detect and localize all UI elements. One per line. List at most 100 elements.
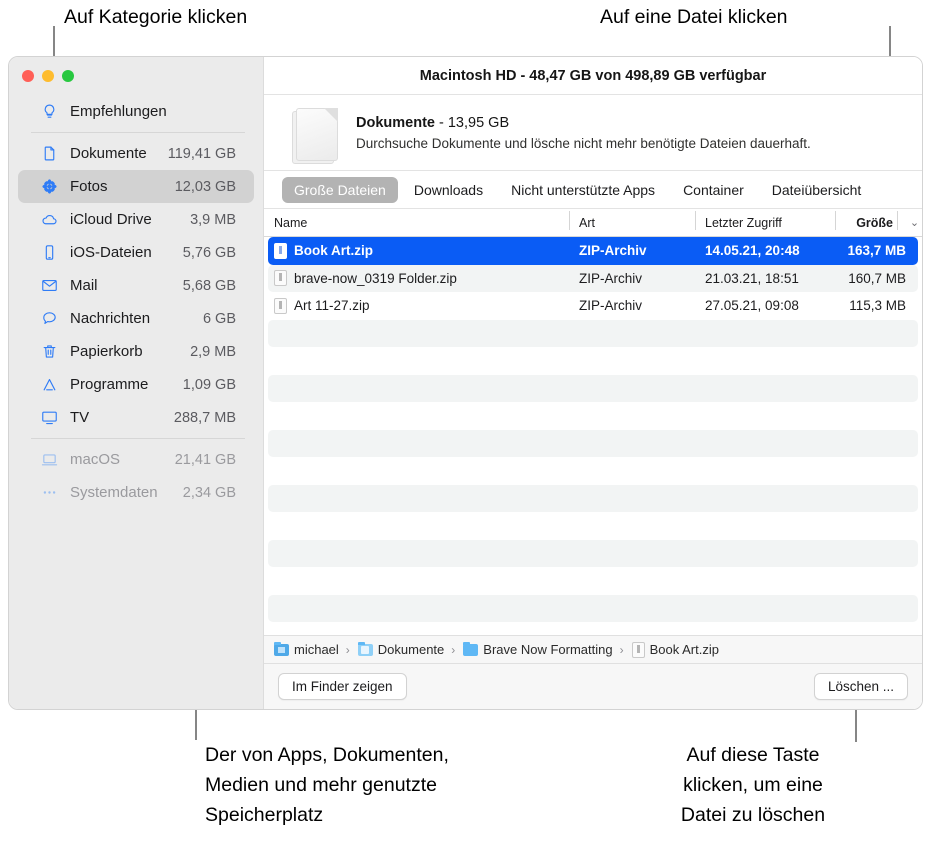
documents-icon <box>292 104 340 164</box>
sidebar-item-systemdaten[interactable]: Systemdaten 2,34 GB <box>18 476 254 509</box>
empty-table-row <box>268 567 918 595</box>
annotation-bottom-right: Auf diese Taste klicken, um eine Datei z… <box>680 744 826 826</box>
empty-table-row <box>268 374 918 402</box>
table-row[interactable]: Art 11-27.zip ZIP-Archiv 27.05.21, 09:08 11… <box>268 292 918 320</box>
column-header-name[interactable]: Name <box>264 216 569 230</box>
file-list[interactable]: Book Art.zip ZIP-Archiv 14.05.21, 20:48 163… <box>264 237 922 635</box>
cell-art: ZIP-Archiv <box>579 298 643 314</box>
sidebar-item-fotos[interactable]: Fotos 12,03 GB <box>18 170 254 203</box>
empty-table-row <box>268 429 918 457</box>
table-row[interactable]: Book Art.zip ZIP-Archiv 14.05.21, 20:48 163… <box>268 237 918 265</box>
document-icon <box>38 145 60 162</box>
maximize-button[interactable] <box>62 70 74 82</box>
category-header: Dokumente - 13,95 GB Durchsuche Dokument… <box>264 95 922 171</box>
sidebar-item-label: Systemdaten <box>70 484 158 501</box>
category-size: - 13,95 GB <box>434 114 510 131</box>
empty-table-row <box>268 484 918 512</box>
category-title: Dokumente - 13,95 GB <box>356 115 811 131</box>
sidebar-item-label: TV <box>70 409 90 426</box>
cell-name: Book Art.zip <box>268 242 573 259</box>
footer-bar: Im Finder zeigen Löschen ... <box>264 663 922 709</box>
breadcrumb-label: Book Art.zip <box>649 642 719 657</box>
tab-downloads[interactable]: Downloads <box>402 177 495 203</box>
tab-container[interactable]: Container <box>671 177 756 203</box>
sidebar-item-label: Programme <box>70 376 149 393</box>
sidebar-item-nachrichten[interactable]: Nachrichten 6 GB <box>18 302 254 335</box>
breadcrumb-item[interactable]: michael › <box>274 641 352 657</box>
breadcrumb-separator-icon: › <box>619 642 624 657</box>
trash-icon <box>38 343 60 360</box>
breadcrumb-label: Dokumente <box>377 642 445 657</box>
cell-name: Art 11-27.zip <box>268 297 573 314</box>
sidebar-item-size: 12,03 GB <box>174 178 236 195</box>
table-row[interactable]: brave-now_0319 Folder.zip ZIP-Archiv 21.03… <box>268 264 918 292</box>
breadcrumb: michael › Dokumente › Brave Now Formatting › B… <box>264 635 922 663</box>
sidebar-item-size: 288,7 MB <box>173 409 236 426</box>
folder-icon <box>463 641 479 656</box>
storage-management-window: Empfehlungen Dokumente 119,41 GB Fotos 12,03… <box>8 56 923 710</box>
cell-date: 21.03.21, 18:51 <box>705 270 799 286</box>
file-name-text: Book Art.zip <box>294 243 373 259</box>
sidebar-item-label: Mail <box>70 277 98 294</box>
sidebar-item-dokumente[interactable]: Dokumente 119,41 GB <box>18 137 254 170</box>
photos-icon <box>38 178 60 195</box>
sidebar-item-mail[interactable]: Mail 5,68 GB <box>18 269 254 302</box>
breadcrumb-separator-icon: › <box>345 642 350 657</box>
breadcrumb-label: michael <box>294 642 339 657</box>
sidebar-item-macos[interactable]: macOS 21,41 GB <box>18 443 254 476</box>
sidebar-item-size: 21,41 GB <box>174 451 236 468</box>
sidebar-item-tv[interactable]: TV 288,7 MB <box>18 401 254 434</box>
cell-size: 163,7 MB <box>847 243 906 259</box>
sidebar-item-label: Empfehlungen <box>70 103 167 120</box>
main-panel: Macintosh HD - 48,47 GB von 498,89 GB ve… <box>263 57 922 709</box>
appstore-icon <box>38 376 60 393</box>
sidebar-item-icloud-drive[interactable]: iCloud Drive 3,9 MB <box>18 203 254 236</box>
tab-gro-e-dateien[interactable]: Große Dateien <box>282 176 398 203</box>
tab-bar: Große Dateien Downloads Nicht unterstützte… <box>264 171 922 209</box>
annotation-bottom-left: Der von Apps, Dokumenten, Medien und meh… <box>205 744 449 826</box>
breadcrumb-item[interactable]: Book Art.zip <box>631 641 719 658</box>
tab-datei-bersicht[interactable]: Dateiübersicht <box>760 177 874 203</box>
sidebar-item-label: macOS <box>70 451 121 468</box>
empty-table-row <box>268 594 918 622</box>
cell-size: 115,3 MB <box>849 298 906 314</box>
column-header-art[interactable]: Art <box>569 210 695 230</box>
close-button[interactable] <box>22 70 34 82</box>
chat-icon <box>38 310 60 327</box>
sidebar: Empfehlungen Dokumente 119,41 GB Fotos 12,03… <box>9 57 263 709</box>
minimize-button[interactable] <box>42 70 54 82</box>
tab-nicht-unterst-tzte-apps[interactable]: Nicht unterstützte Apps <box>499 177 667 203</box>
sidebar-item-size: 2,9 MB <box>190 343 236 360</box>
column-header-size[interactable]: Größe <box>835 210 897 230</box>
column-options-button[interactable]: ⌄ <box>897 211 922 230</box>
sidebar-item-label: Papierkorb <box>70 343 143 360</box>
sidebar-separator <box>31 132 245 133</box>
empty-table-row <box>268 539 918 567</box>
sidebar-item-programme[interactable]: Programme 1,09 GB <box>18 368 254 401</box>
window-title: Macintosh HD - 48,47 GB von 498,89 GB ve… <box>264 57 922 95</box>
zip-file-icon <box>274 242 287 259</box>
delete-button[interactable]: Löschen ... <box>813 673 908 700</box>
sidebar-item-size: 3,9 MB <box>190 211 236 228</box>
reveal-in-finder-button[interactable]: Im Finder zeigen <box>278 673 407 700</box>
breadcrumb-label: Brave Now Formatting <box>483 642 613 657</box>
cell-name: brave-now_0319 Folder.zip <box>268 270 573 287</box>
cell-art: ZIP-Archiv <box>579 270 643 286</box>
ellipsis-icon <box>38 484 60 501</box>
sidebar-item-ios-dateien[interactable]: iOS-Dateien 5,76 GB <box>18 236 254 269</box>
file-name-text: brave-now_0319 Folder.zip <box>294 270 457 286</box>
zip-file-icon <box>274 270 287 287</box>
sidebar-item-papierkorb[interactable]: Papierkorb 2,9 MB <box>18 335 254 368</box>
tv-icon <box>38 409 60 426</box>
sidebar-item-size: 5,76 GB <box>182 244 236 261</box>
sidebar-item-empfehlungen[interactable]: Empfehlungen <box>18 95 254 128</box>
column-header-date[interactable]: Letzter Zugriff <box>695 210 835 230</box>
file-name-text: Art 11-27.zip <box>294 298 370 314</box>
breadcrumb-item[interactable]: Brave Now Formatting › <box>463 641 625 657</box>
cell-date: 14.05.21, 20:48 <box>705 243 800 259</box>
empty-table-row <box>268 457 918 485</box>
mail-icon <box>38 277 60 294</box>
empty-table-row <box>268 347 918 375</box>
cell-size: 160,7 MB <box>848 270 906 286</box>
breadcrumb-item[interactable]: Dokumente › <box>357 641 457 657</box>
